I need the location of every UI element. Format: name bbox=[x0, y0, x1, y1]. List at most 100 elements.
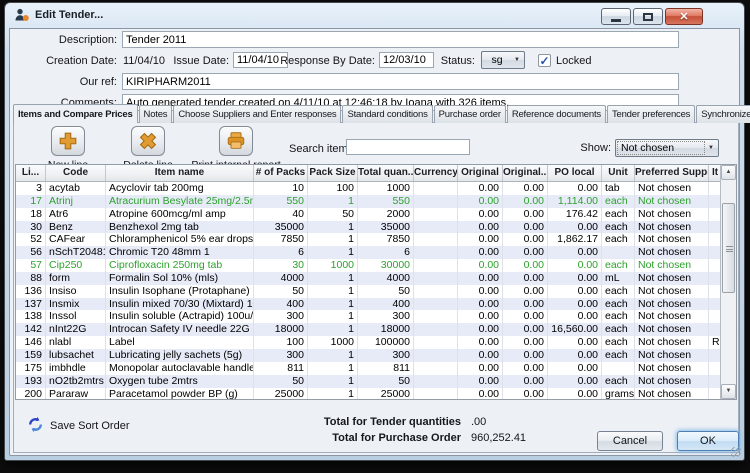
column-header-currency[interactable]: Currency bbox=[414, 165, 458, 181]
table-row[interactable]: 88formFormalin Sol 10% (mls)4000140000.0… bbox=[16, 272, 736, 285]
cell-original2: 0.00 bbox=[503, 259, 548, 272]
cancel-button[interactable]: Cancel bbox=[597, 431, 663, 451]
close-icon: ✕ bbox=[666, 10, 702, 23]
scrollbar-thumb[interactable] bbox=[722, 203, 735, 293]
cell-pack_size: 1 bbox=[308, 388, 358, 401]
table-row[interactable]: 159lubsachetLubricating jelly sachets (5… bbox=[16, 349, 736, 362]
cell-po_local: 16,560.00 bbox=[548, 323, 602, 336]
table-row[interactable]: 136InsisoInsulin Isophane (Protaphane) 1… bbox=[16, 285, 736, 298]
tab-purchase-order[interactable]: Purchase order bbox=[434, 105, 506, 123]
resize-grip[interactable] bbox=[731, 447, 741, 457]
cell-original2: 0.00 bbox=[503, 362, 548, 375]
cell-pack_size: 1 bbox=[308, 298, 358, 311]
tab-choose-suppliers-and-enter-responses[interactable]: Choose Suppliers and Enter responses bbox=[173, 105, 341, 123]
table-row[interactable]: 200PararawParacetamol powder BP (g)25000… bbox=[16, 388, 736, 401]
status-dropdown[interactable]: sg ▼ bbox=[481, 51, 525, 69]
cell-code: nSchT20481 bbox=[46, 246, 106, 259]
cell-total_qty: 4000 bbox=[358, 272, 414, 285]
cell-total_qty: 30000 bbox=[358, 259, 414, 272]
cell-line: 142 bbox=[16, 323, 46, 336]
our-ref-input[interactable] bbox=[122, 73, 679, 90]
cell-pack_size: 1 bbox=[308, 233, 358, 246]
tab-notes[interactable]: Notes bbox=[139, 105, 173, 123]
cell-packs: 25000 bbox=[254, 388, 308, 401]
tab-reference-documents[interactable]: Reference documents bbox=[507, 105, 606, 123]
table-row[interactable]: 193nO2tb2mtrsOxygen tube 2mtrs501500.000… bbox=[16, 375, 736, 388]
vertical-scrollbar[interactable]: ▲ ▼ bbox=[720, 165, 736, 399]
cell-original2: 0.00 bbox=[503, 182, 548, 195]
cell-original2: 0.00 bbox=[503, 272, 548, 285]
cell-code: imbhdle bbox=[46, 362, 106, 375]
table-row[interactable]: 57Cip250Ciprofloxacin 250mg tab301000300… bbox=[16, 259, 736, 272]
show-dropdown[interactable]: Not chosen ▼ bbox=[615, 139, 719, 157]
cell-line: 159 bbox=[16, 349, 46, 362]
scroll-down-button[interactable]: ▼ bbox=[721, 384, 736, 399]
description-input[interactable] bbox=[122, 31, 679, 48]
table-row[interactable]: 56nSchT20481Chromic T20 48mm 16160.000.0… bbox=[16, 246, 736, 259]
column-header-pack_size[interactable]: Pack Size bbox=[308, 165, 358, 181]
cell-total_qty: 100000 bbox=[358, 336, 414, 349]
table-row[interactable]: 146nlablLabel10010001000000.000.000.00ea… bbox=[16, 336, 736, 349]
tab-tender-preferences[interactable]: Tender preferences bbox=[607, 105, 695, 123]
column-header-total_qty[interactable]: Total quan... bbox=[358, 165, 414, 181]
table-row[interactable]: 52CAFearChloramphenicol 5% ear drops7850… bbox=[16, 233, 736, 246]
maximize-button[interactable] bbox=[633, 8, 663, 25]
title-bar[interactable]: Edit Tender... ✕ bbox=[5, 3, 744, 28]
cell-line: 57 bbox=[16, 259, 46, 272]
cell-preferred: Not chosen bbox=[635, 362, 709, 375]
cell-item: Introcan Safety IV needle 22G bbox=[106, 323, 254, 336]
table-row[interactable]: 137InsmixInsulin mixed 70/30 (Mixtard) 1… bbox=[16, 298, 736, 311]
table-row[interactable]: 18Atr6Atropine 600mcg/ml amp405020000.00… bbox=[16, 208, 736, 221]
print-internal-report-button[interactable] bbox=[219, 126, 253, 156]
cell-packs: 400 bbox=[254, 298, 308, 311]
column-header-code[interactable]: Code bbox=[46, 165, 106, 181]
column-header-po_local[interactable]: PO local bbox=[548, 165, 602, 181]
tab-items-and-compare-prices[interactable]: Items and Compare Prices bbox=[13, 104, 138, 123]
x-icon bbox=[137, 130, 159, 152]
tab-standard-conditions[interactable]: Standard conditions bbox=[342, 105, 432, 123]
cell-packs: 6 bbox=[254, 246, 308, 259]
minimize-button[interactable] bbox=[601, 8, 631, 25]
delete-line-button[interactable] bbox=[131, 126, 165, 156]
cell-item: Atracurium Besylate 25mg/2.5mls amp bbox=[106, 195, 254, 208]
table-row[interactable]: 17AtrinjAtracurium Besylate 25mg/2.5mls … bbox=[16, 195, 736, 208]
cell-packs: 550 bbox=[254, 195, 308, 208]
table-row[interactable]: 142nInt22GIntrocan Safety IV needle 22G1… bbox=[16, 323, 736, 336]
column-header-item[interactable]: Item name bbox=[106, 165, 254, 181]
cell-preferred: Not chosen bbox=[635, 388, 709, 401]
column-header-unit[interactable]: Unit bbox=[602, 165, 635, 181]
cell-item: Oxygen tube 2mtrs bbox=[106, 375, 254, 388]
table-row[interactable]: 3acytabAcyclovir tab 200mg1010010000.000… bbox=[16, 182, 736, 195]
cell-po_local: 0.00 bbox=[548, 298, 602, 311]
column-header-packs[interactable]: # of Packs bbox=[254, 165, 308, 181]
table-row[interactable]: 138InssolInsulin soluble (Actrapid) 100u… bbox=[16, 310, 736, 323]
cell-currency bbox=[414, 298, 458, 311]
cell-packs: 811 bbox=[254, 362, 308, 375]
cell-currency bbox=[414, 362, 458, 375]
column-header-preferred[interactable]: Preferred Supplier bbox=[635, 165, 709, 181]
ok-button[interactable]: OK bbox=[677, 431, 739, 451]
cell-code: Atr6 bbox=[46, 208, 106, 221]
cell-code: nO2tb2mtrs bbox=[46, 375, 106, 388]
creation-date-label: Creation Date: bbox=[11, 55, 117, 67]
column-header-original[interactable]: Original bbox=[458, 165, 503, 181]
cell-pack_size: 1 bbox=[308, 246, 358, 259]
cell-preferred: Not chosen bbox=[635, 323, 709, 336]
new-line-button[interactable] bbox=[51, 126, 85, 156]
cell-unit: each bbox=[602, 259, 635, 272]
search-items-input[interactable] bbox=[346, 139, 470, 155]
scroll-up-button[interactable]: ▲ bbox=[721, 165, 736, 180]
close-button[interactable]: ✕ bbox=[665, 8, 703, 25]
table-row[interactable]: 175imbhdleMonopolar autoclavable handle … bbox=[16, 362, 736, 375]
cell-line: 88 bbox=[16, 272, 46, 285]
cell-unit: each bbox=[602, 323, 635, 336]
cell-code: Benz bbox=[46, 221, 106, 234]
save-sort-order-button[interactable]: Save Sort Order bbox=[50, 420, 129, 432]
table-row[interactable]: 30BenzBenzhexol 2mg tab350001350000.000.… bbox=[16, 221, 736, 234]
locked-checkbox[interactable]: ✓ bbox=[538, 54, 551, 67]
cell-original: 0.00 bbox=[458, 323, 503, 336]
cell-total_qty: 25000 bbox=[358, 388, 414, 401]
column-header-line[interactable]: Li... bbox=[16, 165, 46, 181]
tab-synchronize[interactable]: Synchronize bbox=[696, 105, 750, 123]
column-header-original2[interactable]: Original... bbox=[503, 165, 548, 181]
